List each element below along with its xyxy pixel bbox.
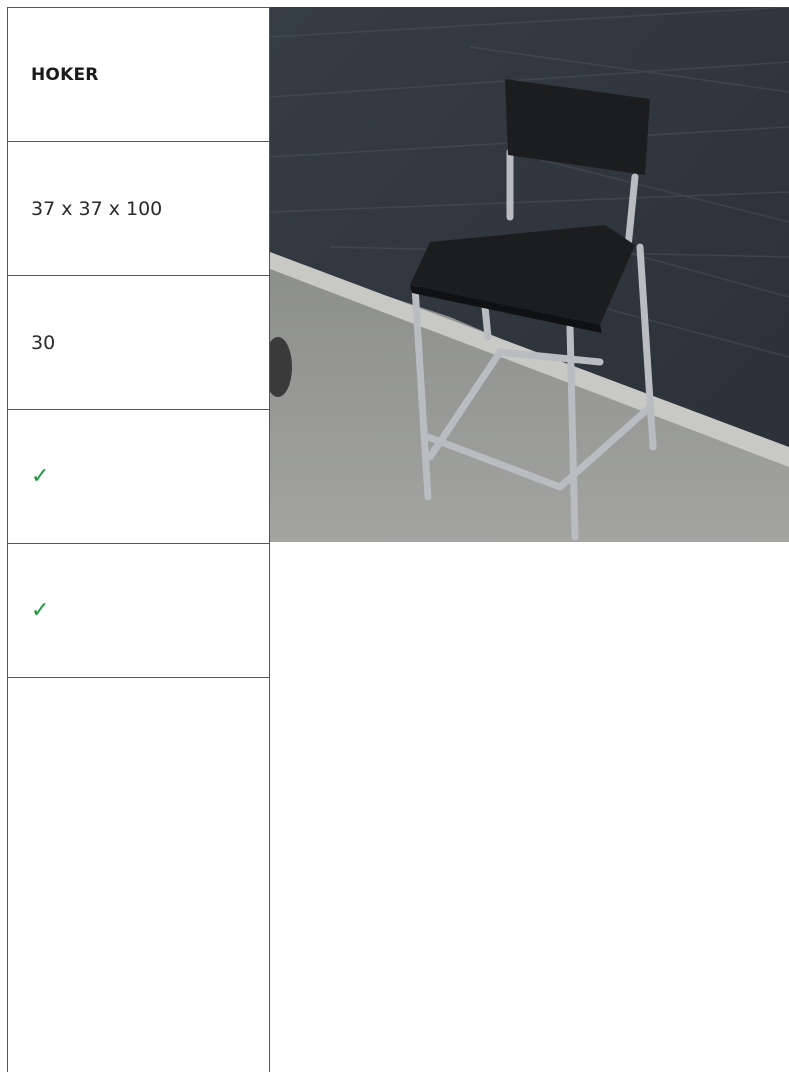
bar-stool-image <box>270 7 789 542</box>
check-cell-1: ✓ <box>8 409 269 543</box>
product-name: HOKER <box>31 64 99 85</box>
product-quantity: 30 <box>31 331 56 354</box>
product-spec-table: HOKER 37 x 37 x 100 30 ✓ ✓ <box>7 7 270 1072</box>
empty-cell <box>8 677 269 1072</box>
name-cell: HOKER <box>8 7 269 141</box>
check-cell-2: ✓ <box>8 543 269 677</box>
check-icon: ✓ <box>31 464 50 489</box>
dimensions-cell: 37 x 37 x 100 <box>8 141 269 275</box>
check-icon: ✓ <box>31 598 50 623</box>
product-dimensions: 37 x 37 x 100 <box>31 197 163 220</box>
bar-stool-photo <box>270 7 789 542</box>
quantity-cell: 30 <box>8 275 269 409</box>
